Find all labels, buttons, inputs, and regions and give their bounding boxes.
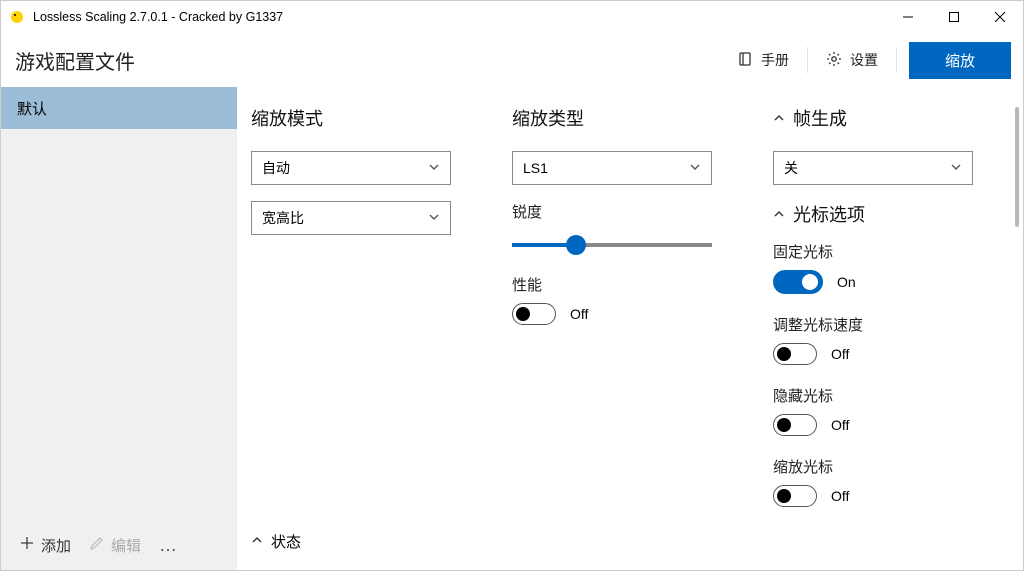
scale-cursor-label: 缩放光标 — [773, 456, 1005, 477]
manual-button[interactable]: 手册 — [723, 44, 803, 76]
book-icon — [737, 51, 753, 70]
fixed-cursor-value: On — [837, 274, 856, 290]
dropdown-value: 宽高比 — [262, 208, 304, 228]
cursor-options-header[interactable]: 光标选项 — [773, 201, 1005, 227]
hide-cursor-value: Off — [831, 417, 849, 433]
close-button[interactable] — [977, 1, 1023, 33]
scrollbar[interactable] — [1015, 107, 1019, 227]
col-scaling-type: 缩放类型 LS1 锐度 性能 Off — [512, 105, 733, 560]
framegen-header[interactable]: 帧生成 — [773, 105, 1005, 131]
app-icon — [9, 9, 25, 25]
sidebar-footer: 添加 编辑 … — [1, 520, 237, 570]
fixed-cursor-toggle[interactable] — [773, 270, 823, 294]
chevron-up-icon — [251, 533, 263, 550]
framegen-dropdown[interactable]: 关 — [773, 151, 973, 185]
settings-button[interactable]: 设置 — [812, 44, 892, 76]
gear-icon — [826, 51, 842, 70]
dropdown-value: 关 — [784, 158, 798, 178]
maximize-button[interactable] — [931, 1, 977, 33]
chevron-up-icon — [773, 108, 785, 129]
scale-cursor-value: Off — [831, 488, 849, 504]
chevron-down-icon — [428, 210, 440, 226]
settings-label: 设置 — [850, 50, 878, 70]
dropdown-value: 自动 — [262, 158, 290, 178]
framegen-title: 帧生成 — [793, 105, 847, 131]
toolbar-separator — [896, 47, 897, 73]
fixed-cursor-label: 固定光标 — [773, 241, 1005, 262]
content-area: 默认 添加 编辑 … 缩放模式 自动 宽高比 — [1, 87, 1023, 570]
dropdown-value: LS1 — [523, 160, 548, 176]
manual-label: 手册 — [761, 50, 789, 70]
edit-profile-button[interactable]: 编辑 — [83, 531, 147, 560]
aspect-ratio-dropdown[interactable]: 宽高比 — [251, 201, 451, 235]
edit-label: 编辑 — [111, 535, 141, 556]
performance-value: Off — [570, 306, 588, 322]
toolbar: 游戏配置文件 手册 设置 缩放 — [1, 33, 1023, 87]
page-title: 游戏配置文件 — [15, 46, 135, 75]
chevron-up-icon — [773, 204, 785, 225]
scaling-mode-dropdown[interactable]: 自动 — [251, 151, 451, 185]
chevron-down-icon — [428, 160, 440, 176]
status-header[interactable]: 状态 — [251, 531, 301, 552]
more-button[interactable]: … — [153, 535, 185, 556]
scaling-mode-title: 缩放模式 — [251, 105, 472, 131]
add-label: 添加 — [41, 535, 71, 556]
status-label: 状态 — [271, 531, 301, 552]
toolbar-separator — [807, 47, 808, 73]
scale-cursor-toggle[interactable] — [773, 485, 817, 507]
pencil-icon — [89, 535, 105, 555]
scale-label: 缩放 — [945, 53, 975, 70]
main-panel: 缩放模式 自动 宽高比 缩放类型 LS1 锐度 性能 — [237, 87, 1023, 570]
plus-icon — [19, 535, 35, 555]
performance-label: 性能 — [512, 274, 733, 295]
minimize-button[interactable] — [885, 1, 931, 33]
titlebar: Lossless Scaling 2.7.0.1 - Cracked by G1… — [1, 1, 1023, 33]
chevron-down-icon — [689, 160, 701, 176]
add-profile-button[interactable]: 添加 — [13, 531, 77, 560]
adjust-cursor-speed-value: Off — [831, 346, 849, 362]
adjust-cursor-speed-label: 调整光标速度 — [773, 314, 1005, 335]
hide-cursor-label: 隐藏光标 — [773, 385, 1005, 406]
cursor-title: 光标选项 — [793, 201, 865, 227]
sharpness-slider[interactable] — [512, 230, 712, 260]
performance-toggle[interactable] — [512, 303, 556, 325]
adjust-cursor-speed-toggle[interactable] — [773, 343, 817, 365]
scaling-type-dropdown[interactable]: LS1 — [512, 151, 712, 185]
sharpness-label: 锐度 — [512, 201, 733, 222]
hide-cursor-toggle[interactable] — [773, 414, 817, 436]
profile-item-default[interactable]: 默认 — [1, 87, 237, 129]
scale-button[interactable]: 缩放 — [909, 42, 1011, 79]
window-title: Lossless Scaling 2.7.0.1 - Cracked by G1… — [33, 10, 283, 24]
profile-label: 默认 — [17, 98, 47, 119]
scaling-type-title: 缩放类型 — [512, 105, 733, 131]
col-right: 帧生成 关 光标选项 固定光标 On 调整光标速度 Off 隐藏光标 — [773, 105, 1005, 560]
col-scaling-mode: 缩放模式 自动 宽高比 — [251, 105, 472, 560]
chevron-down-icon — [950, 160, 962, 176]
sidebar: 默认 添加 编辑 … — [1, 87, 237, 570]
